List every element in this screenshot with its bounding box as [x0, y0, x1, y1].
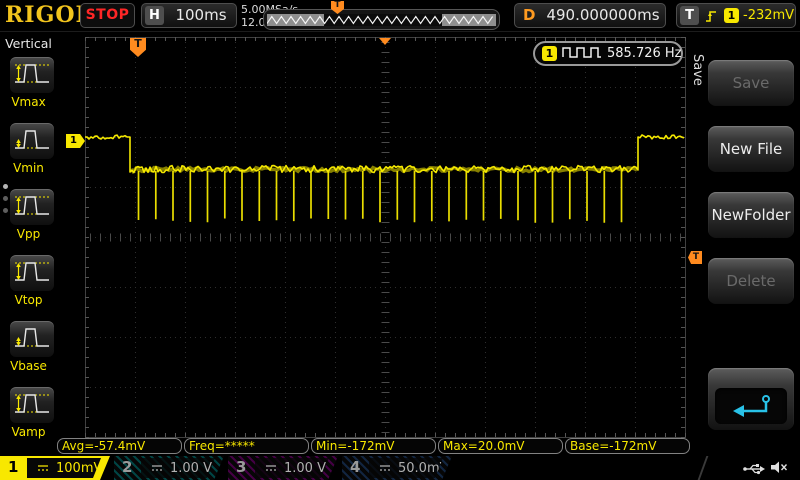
save-button[interactable]: Save [708, 60, 794, 106]
coupling-icon [378, 463, 392, 473]
channel1-offset-marker[interactable]: 1 [66, 134, 85, 148]
trigger-level-value: -232mV [743, 8, 795, 23]
divider [697, 456, 709, 480]
oscilloscope-screen: RIGOL STOP H 100ms 5.00MSa/s 12.0M pts T… [0, 0, 800, 480]
speaker-muted-icon [769, 460, 788, 479]
channel-status-bar: 1 100mV 2 1.00 V 3 1.00 V 4 50.0mV [0, 455, 800, 480]
vtop-icon [12, 255, 52, 291]
vamp-button[interactable] [10, 387, 54, 423]
channel3-scale: 1.00 V [284, 460, 326, 476]
vmax-icon [12, 57, 52, 93]
channel2-number: 2 [122, 458, 133, 476]
vmax-button[interactable] [10, 57, 54, 93]
left-menu-title: Vertical [5, 36, 52, 51]
top-status-bar: RIGOL STOP H 100ms 5.00MSa/s 12.0M pts T… [0, 0, 800, 32]
h-label: H [145, 6, 164, 25]
preview-waveform-icon [267, 15, 494, 25]
measurement-min: Min=-172mV [311, 438, 436, 454]
menu-page-dot [3, 184, 8, 189]
menu-page-dot [3, 196, 8, 201]
memory-preview-bar[interactable] [263, 9, 500, 30]
measurement-max: Max=20.0mV [438, 438, 563, 454]
coupling-icon [36, 463, 50, 473]
counter-channel-badge: 1 [542, 46, 557, 61]
channel4-scale: 50.0mV [398, 460, 449, 476]
channel2-tab[interactable]: 2 1.00 V [114, 456, 224, 480]
horizontal-timebase-box[interactable]: H 100ms [141, 3, 237, 28]
new-file-button[interactable]: New File [708, 126, 794, 172]
delay-value: 490.000000ms [546, 6, 660, 24]
frequency-counter-overlay: 1 585.726 Hz [533, 41, 683, 66]
usb-icon [742, 461, 766, 480]
window-center-marker [379, 38, 391, 45]
left-measure-menu: Vertical Vmax Vmin Vpp Vtop Vbase Vamp [0, 32, 57, 445]
trigger-time-marker[interactable]: T [130, 38, 146, 57]
delay-indicator: D 490.000000ms [514, 3, 666, 28]
vtop-button[interactable] [10, 255, 54, 291]
rising-edge-icon [704, 8, 718, 28]
channel3-number: 3 [236, 458, 247, 476]
memory-preview-strip [267, 14, 496, 26]
d-label: D [523, 6, 536, 24]
channel1-scale: 100mV [56, 460, 103, 476]
rigol-logo: RIGOL [5, 2, 92, 28]
vamp-icon [12, 387, 52, 423]
trigger-info-box: T 1 -232mV [676, 3, 796, 28]
trigger-level-marker[interactable]: T [688, 251, 702, 264]
coupling-icon [150, 463, 164, 473]
measurement-avg: Avg=-57.4mV [57, 438, 182, 454]
measurement-base: Base=-172mV [565, 438, 690, 454]
measurement-freq: Freq=***** [184, 438, 309, 454]
coupling-icon [264, 463, 278, 473]
frequency-value: 585.726 Hz [607, 46, 682, 61]
vpp-icon [12, 189, 52, 225]
vtop-label: Vtop [14, 293, 43, 307]
timebase-value: 100ms [175, 6, 227, 24]
delete-button[interactable]: Delete [708, 258, 794, 304]
return-arrow-icon [715, 388, 787, 424]
new-folder-button[interactable]: NewFolder [708, 192, 794, 238]
vbase-icon [12, 321, 52, 357]
square-wave-icon [562, 44, 602, 63]
vpp-label: Vpp [16, 227, 41, 241]
scope-graticule-and-waveform [85, 37, 686, 438]
run-state-indicator: STOP [80, 3, 135, 28]
vbase-label: Vbase [10, 359, 47, 373]
vmin-icon [12, 123, 52, 159]
channel3-tab[interactable]: 3 1.00 V [228, 456, 338, 480]
menu-page-dot [3, 208, 8, 213]
vamp-label: Vamp [11, 425, 46, 439]
t-label: T [680, 6, 699, 25]
channel4-tab[interactable]: 4 50.0mV [342, 456, 452, 480]
vmin-button[interactable] [10, 123, 54, 159]
vbase-button[interactable] [10, 321, 54, 357]
menu-tab-title: Save [690, 54, 705, 86]
channel4-number: 4 [350, 458, 361, 476]
vmin-label: Vmin [13, 161, 44, 175]
trigger-source-channel: 1 [724, 8, 739, 23]
channel1-number: 1 [8, 458, 19, 476]
vpp-button[interactable] [10, 189, 54, 225]
vmax-label: Vmax [11, 95, 46, 109]
channel1-tab[interactable]: 1 100mV [0, 456, 110, 480]
channel2-scale: 1.00 V [170, 460, 212, 476]
menu-back-button[interactable] [708, 368, 794, 430]
